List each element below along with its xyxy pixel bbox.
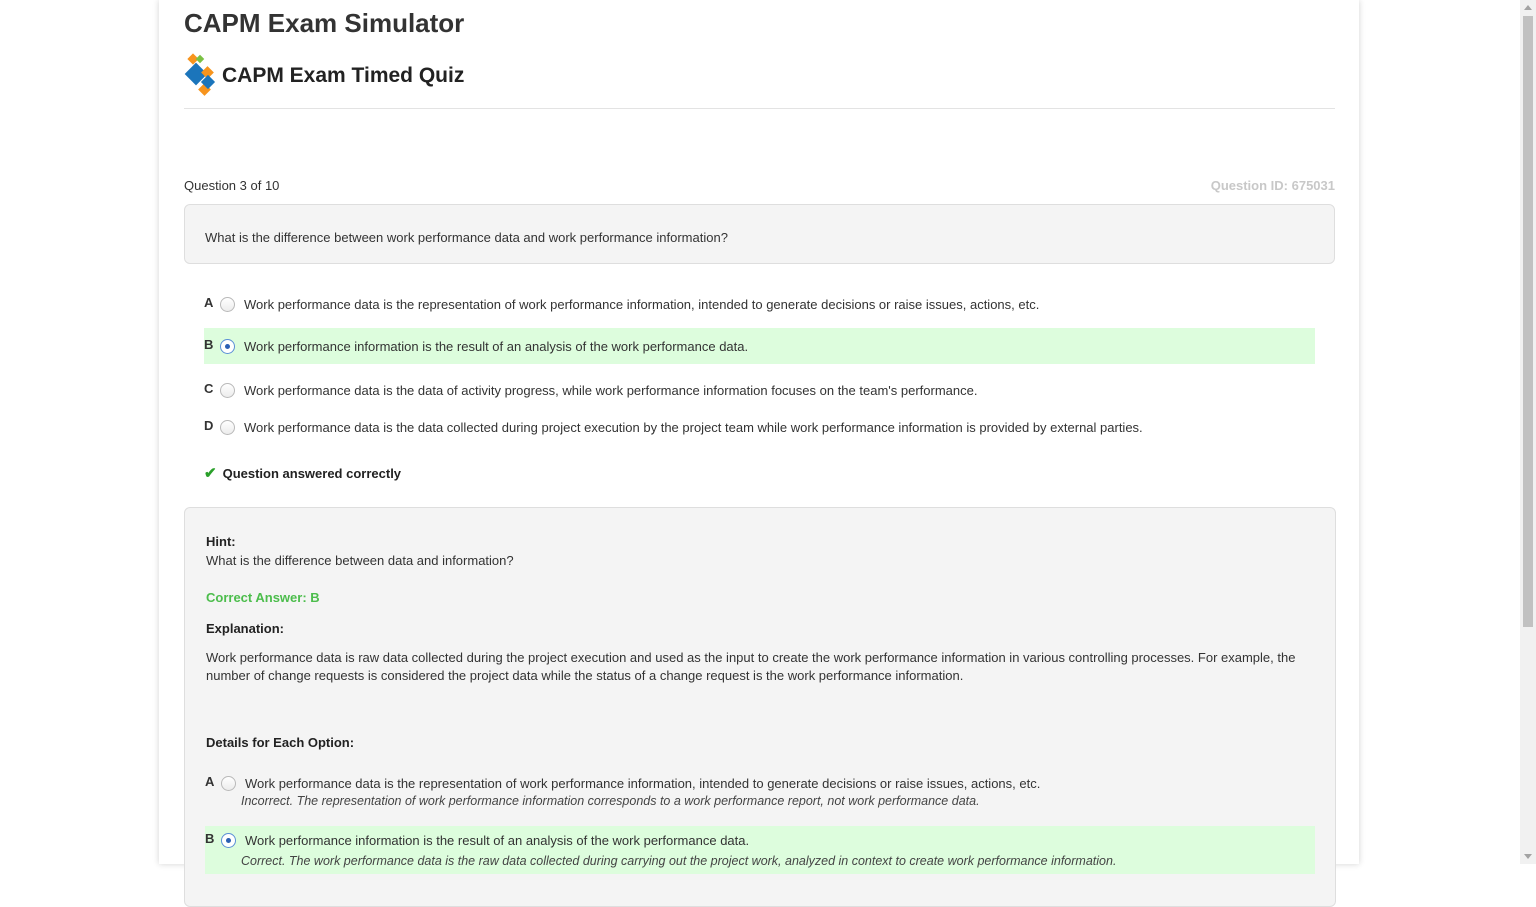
quiz-header: CAPM Exam Timed Quiz (184, 52, 464, 96)
answer-status-text: Question answered correctly (222, 465, 402, 481)
hint-label: Hint: (206, 534, 236, 549)
option-letter: B (205, 830, 215, 846)
option-text: Work performance information is the resu… (244, 338, 749, 354)
option-letter: A (205, 773, 215, 789)
option-letter: B (204, 336, 214, 352)
diamond-logo-icon (184, 53, 218, 96)
option-c[interactable]: C Work performance data is the data of a… (204, 372, 1315, 408)
correct-answer: Correct Answer: B (206, 590, 320, 605)
question-text: What is the difference between work perf… (205, 230, 728, 245)
radio-d[interactable] (220, 419, 235, 435)
option-d[interactable]: D Work performance data is the data coll… (204, 409, 1315, 445)
option-a[interactable]: A Work performance data is the represent… (204, 286, 1315, 322)
detail-option-b: B Work performance information is the re… (205, 826, 1315, 874)
option-text: Work performance data is the data of act… (244, 382, 978, 398)
option-text: Work performance data is the data collec… (244, 419, 1143, 435)
explanation-label: Explanation: (206, 621, 285, 636)
detail-option-note: Correct. The work performance data is th… (241, 854, 1117, 868)
scrollbar-thumb[interactable] (1523, 16, 1533, 627)
detail-option-text: Work performance data is the representat… (245, 775, 1041, 791)
question-id: Question ID: 675031 (1210, 178, 1335, 193)
detail-option-a: A Work performance data is the represent… (205, 772, 1315, 809)
detail-option-note: Incorrect. The representation of work pe… (241, 794, 980, 808)
scrollbar[interactable] (1520, 0, 1536, 864)
question-box: What is the difference between work perf… (184, 204, 1335, 264)
explanation-text: Work performance data is raw data collec… (206, 650, 1296, 683)
details-label: Details for Each Option: (206, 735, 355, 750)
radio-detail-a (221, 775, 236, 791)
radio-b[interactable] (220, 338, 235, 354)
hint-text: What is the difference between data and … (206, 553, 514, 568)
quiz-title: CAPM Exam Timed Quiz (222, 64, 465, 87)
scroll-up-icon[interactable] (1524, 5, 1532, 10)
scroll-down-icon[interactable] (1524, 854, 1532, 859)
feedback-panel: Hint: What is the difference between dat… (184, 507, 1336, 907)
radio-detail-b (221, 832, 236, 848)
option-letter: A (204, 294, 214, 310)
question-counter: Question 3 of 10 (184, 178, 280, 193)
header-divider (184, 108, 1335, 109)
option-letter: D (204, 417, 214, 433)
answer-status: ✔ Question answered correctly (204, 464, 401, 482)
radio-a[interactable] (220, 296, 235, 312)
option-b[interactable]: B Work performance information is the re… (204, 328, 1315, 364)
app-title: CAPM Exam Simulator (184, 8, 465, 38)
option-text: Work performance data is the representat… (244, 296, 1040, 312)
radio-c[interactable] (220, 382, 235, 398)
detail-option-text: Work performance information is the resu… (245, 832, 750, 848)
checkmark-icon: ✔ (204, 465, 217, 482)
quiz-page: CAPM Exam Simulator CAPM Exam Timed Quiz… (159, 0, 1359, 907)
option-letter: C (204, 380, 214, 396)
